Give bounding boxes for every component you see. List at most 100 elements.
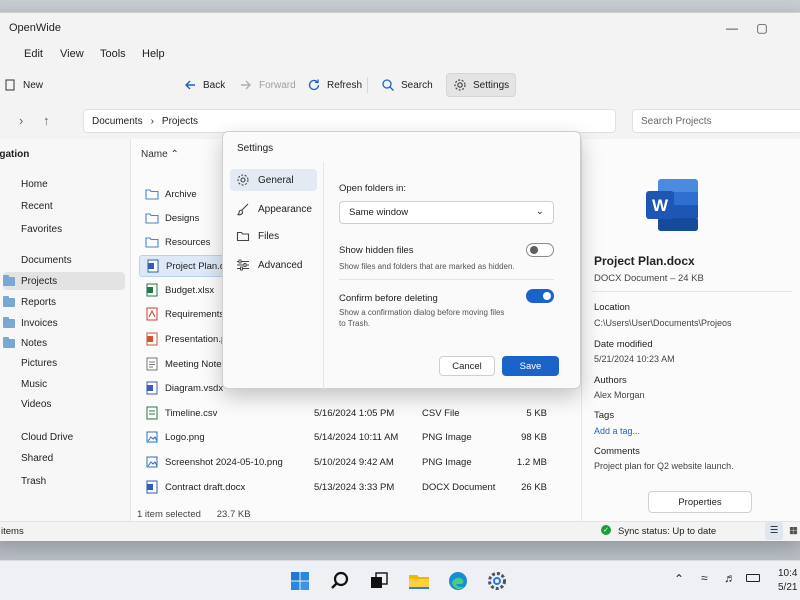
nav-label: Videos — [21, 398, 52, 410]
file-row[interactable]: Contract draft.docx 5/13/2024 3:33 PM DOCX… — [139, 476, 575, 498]
settings-label: Settings — [473, 79, 510, 91]
settings-nav-appearance[interactable]: Appearance — [230, 198, 317, 220]
nav-label: Trash — [21, 475, 47, 487]
add-tag-link[interactable]: Add a tag... — [594, 426, 640, 436]
tiles-view-icon[interactable]: ▦ — [789, 525, 798, 536]
settings-nav-files[interactable]: Files — [230, 225, 317, 247]
forward-button[interactable]: Forward — [233, 73, 302, 97]
nav-item-reports[interactable]: Reports — [3, 293, 125, 311]
task-view-icon[interactable] — [367, 569, 391, 593]
battery-icon[interactable] — [746, 574, 760, 582]
menu-view[interactable]: View — [60, 48, 84, 60]
pdf-file-icon — [145, 307, 159, 321]
chevron-right-icon[interactable]: › — [19, 113, 23, 128]
nav-label: Pictures — [21, 357, 58, 369]
title-bar: OpenWide — ▢ — [0, 13, 800, 43]
nav-item-cloud-drive[interactable]: Cloud Drive — [3, 428, 125, 446]
maximize-icon[interactable]: ▢ — [747, 19, 777, 37]
file-row[interactable]: Screenshot 2024-05-10.png 5/10/2024 9:42 … — [139, 451, 575, 473]
nav-item-notes[interactable]: Notes — [3, 334, 125, 352]
breadcrumb-projects[interactable]: Projects — [162, 116, 198, 127]
file-name: Timeline.csv — [165, 407, 218, 419]
file-size: 5 KB — [526, 407, 547, 419]
chevron-down-icon: ⌄ — [535, 206, 544, 217]
location-label: Location — [594, 302, 630, 313]
nav-item-favorites[interactable]: Favorites — [3, 220, 125, 238]
paintbrush-icon — [237, 203, 249, 216]
nav-label: Favorites — [21, 223, 63, 235]
clock-time: 10:4 — [778, 568, 798, 579]
confirm-delete-toggle[interactable] — [526, 289, 554, 303]
file-name: Contract draft.docx — [165, 481, 246, 493]
properties-button[interactable]: Properties — [648, 491, 752, 513]
show-hidden-toggle[interactable] — [526, 243, 554, 257]
open-folders-value: Same window — [349, 207, 409, 218]
save-button[interactable]: Save — [502, 356, 559, 376]
authors-value: Alex Morgan — [594, 390, 645, 400]
edge-browser-icon[interactable] — [446, 569, 470, 593]
nav-label: Home — [21, 178, 48, 190]
file-row[interactable]: Logo.png 5/14/2024 10:11 AM PNG Image 98 KB — [139, 426, 575, 448]
word-file-icon — [145, 480, 159, 494]
refresh-label: Refresh — [327, 79, 363, 91]
search-button[interactable]: Search — [375, 73, 439, 97]
open-folders-select[interactable]: Same window ⌄ — [339, 201, 554, 224]
search-input[interactable]: Search Projects — [632, 109, 800, 133]
settings-nav-general[interactable]: General — [230, 169, 317, 191]
menu-bar: Edit View Tools Help — [0, 45, 800, 65]
nav-item-videos[interactable]: Videos — [3, 395, 125, 413]
nav-item-documents[interactable]: Documents — [3, 251, 125, 269]
wifi-icon[interactable]: ≈ — [701, 571, 708, 585]
excel-file-icon — [145, 283, 159, 297]
column-header-name[interactable]: Name ⌃ — [141, 149, 179, 160]
nav-item-projects[interactable]: Projects — [3, 272, 125, 290]
chevron-up-icon[interactable]: ⌃ — [674, 572, 684, 586]
settings-nav-advanced[interactable]: Advanced — [230, 254, 317, 276]
minimize-icon[interactable]: — — [717, 19, 747, 37]
gear-icon — [454, 79, 466, 91]
file-type: PNG Image — [422, 456, 472, 468]
nav-item-music[interactable]: Music — [3, 375, 125, 393]
new-label: New — [23, 79, 44, 91]
svg-text:W: W — [652, 196, 669, 215]
refresh-button[interactable]: Refresh — [301, 73, 368, 97]
nav-label: Music — [21, 378, 48, 390]
breadcrumb-documents[interactable]: Documents — [92, 116, 143, 127]
nav-item-shared[interactable]: Shared — [3, 449, 125, 467]
nav-item-home[interactable]: Home — [3, 175, 125, 193]
nav-item-invoices[interactable]: Invoices — [3, 314, 125, 332]
sliders-icon — [237, 259, 249, 271]
start-icon[interactable] — [288, 569, 312, 593]
taskbar-clock[interactable]: 10:4 5/21 — [778, 567, 797, 595]
folder-icon — [145, 235, 159, 249]
cancel-button[interactable]: Cancel — [439, 356, 495, 376]
new-button[interactable]: New — [0, 73, 49, 97]
dialog-title: Settings — [237, 143, 274, 154]
volume-icon[interactable]: ♬ — [724, 571, 736, 585]
file-row[interactable]: Timeline.csv 5/16/2024 1:05 PM CSV File 5 K… — [139, 402, 575, 424]
selection-count: 1 item selected — [137, 509, 201, 520]
menu-tools[interactable]: Tools — [100, 48, 126, 60]
nav-item-trash[interactable]: Trash — [3, 472, 125, 490]
settings-dialog: Settings General Appearance Files Advanc… — [222, 131, 581, 389]
details-view-icon[interactable]: ☰ — [765, 522, 783, 540]
file-date: 5/14/2024 10:11 AM — [314, 431, 399, 443]
tags-label: Tags — [594, 410, 615, 421]
nav-item-recent[interactable]: Recent — [3, 197, 125, 215]
taskbar-search-icon[interactable] — [328, 569, 352, 593]
settings-app-icon[interactable] — [485, 569, 509, 593]
file-date: 5/16/2024 1:05 PM — [314, 407, 395, 419]
address-bar[interactable]: Documents › Projects — [83, 109, 616, 133]
arrow-up-icon[interactable]: ↑ — [43, 113, 50, 128]
folder-icon — [3, 316, 15, 328]
file-size: 98 KB — [521, 431, 547, 443]
settings-button[interactable]: Settings — [446, 73, 517, 97]
menu-help[interactable]: Help — [142, 48, 165, 60]
back-button[interactable]: Back — [177, 73, 231, 97]
file-name: Screenshot 2024-05-10.png — [165, 456, 283, 468]
column-header-label: Name — [141, 149, 168, 160]
file-explorer-icon[interactable] — [407, 569, 431, 593]
comments-value: Project plan for Q2 website launch. — [594, 461, 734, 471]
nav-item-pictures[interactable]: Pictures — [3, 354, 125, 372]
menu-edit[interactable]: Edit — [24, 48, 43, 60]
